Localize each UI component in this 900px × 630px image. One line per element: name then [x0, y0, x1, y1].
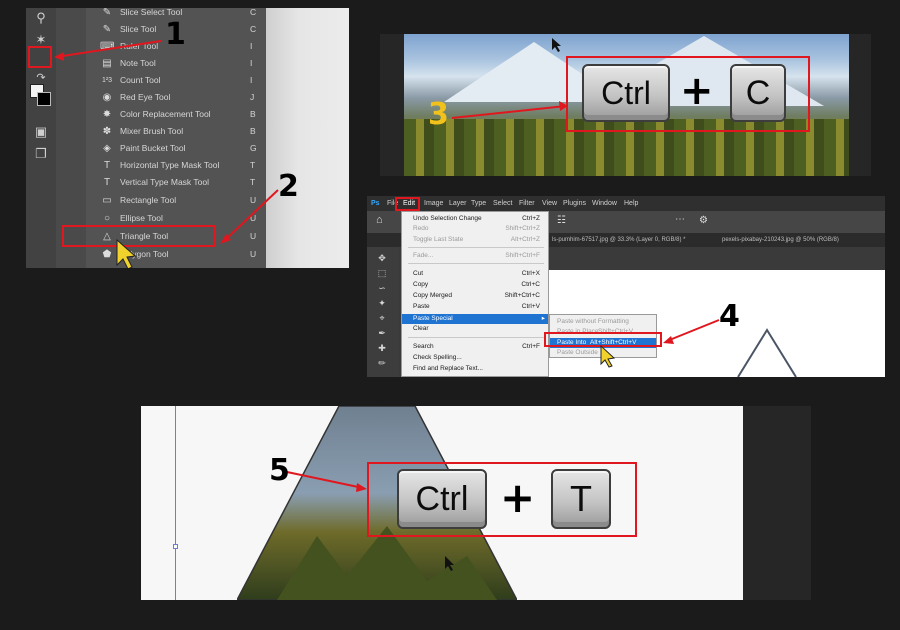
- cursor-icon: [445, 556, 454, 571]
- step-number-4: 4: [719, 299, 740, 334]
- panel-edge: [743, 406, 811, 600]
- tool-menu-panel: ⚲ ✶ ↷ ▣ ❐ ✎ Slice Select Tool C ✎ Slice Too…: [26, 8, 349, 268]
- copy-shortcut-panel: Ctrl + C 3: [380, 34, 871, 176]
- arrow-line-2: [223, 189, 279, 242]
- arrow-head-3: [559, 101, 568, 111]
- step-number-3: 3: [428, 97, 449, 132]
- cursor-icon: [600, 344, 616, 368]
- arrow-line-1: [55, 40, 162, 58]
- edit-menu-panel: Ps File Edit Image Layer Type Select Fil…: [367, 196, 885, 377]
- arrows-overlay: [286, 471, 454, 571]
- arrow-line-3: [451, 105, 567, 119]
- arrows-overlay: [600, 319, 720, 368]
- arrow-head-5: [356, 483, 367, 492]
- cursor-icon: [116, 238, 137, 268]
- step-number-1: 1: [165, 17, 186, 52]
- step-number-5: 5: [269, 453, 290, 488]
- step-number-2: 2: [278, 169, 299, 204]
- arrow-line-5: [286, 471, 364, 489]
- arrows-overlay: [451, 38, 568, 119]
- arrow-head-1: [54, 52, 64, 61]
- arrow-head-4: [663, 336, 674, 344]
- transform-shortcut-panel: Ctrl + T 5: [141, 406, 743, 600]
- cursor-icon: [552, 38, 561, 52]
- arrow-line-4: [666, 319, 720, 342]
- arrows-overlay: [54, 40, 279, 268]
